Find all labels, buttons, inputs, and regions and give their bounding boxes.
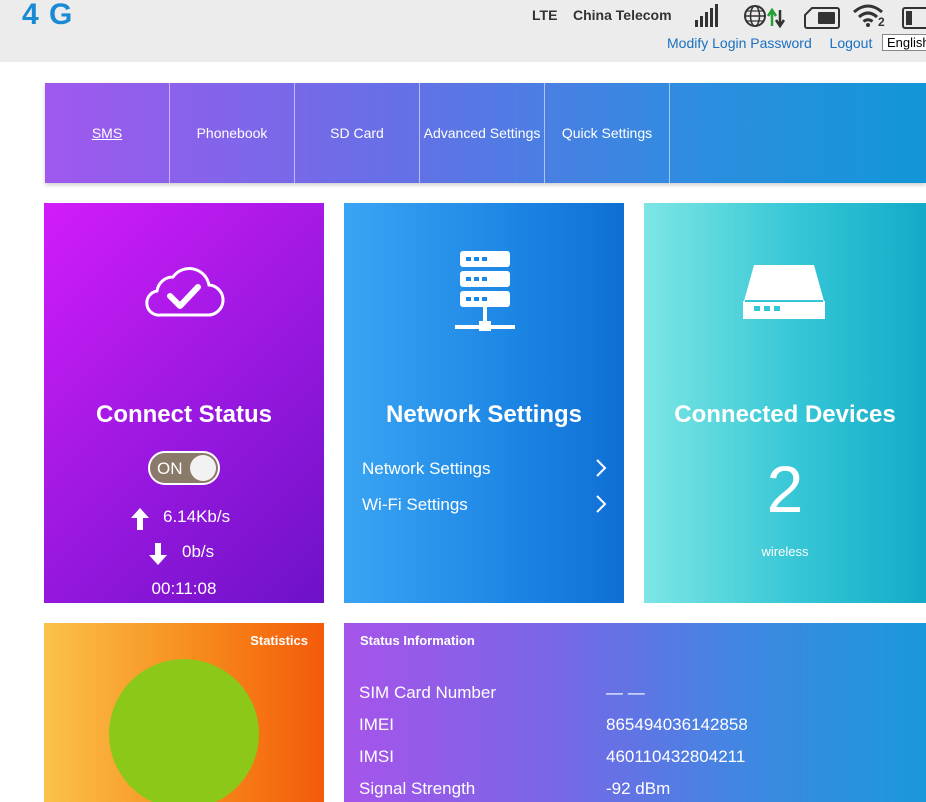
- info-label: IMSI: [359, 747, 394, 766]
- nav-label: Advanced Settings: [423, 125, 541, 141]
- info-label: SIM Card Number: [359, 683, 496, 702]
- info-row-sim: SIM Card Number — —: [359, 683, 919, 703]
- nav-advanced-settings[interactable]: Advanced Settings: [420, 83, 545, 183]
- device-count: 2: [766, 452, 804, 526]
- info-label: Signal Strength: [359, 779, 476, 798]
- chevron-right-icon: [596, 459, 607, 477]
- info-label: IMEI: [359, 715, 394, 734]
- nav-sms[interactable]: SMS: [45, 83, 170, 183]
- nav-label: Phonebook: [196, 125, 268, 141]
- connection-toggle[interactable]: ON: [148, 451, 220, 485]
- modify-password-link[interactable]: Modify Login Password: [667, 35, 812, 51]
- cloud-check-icon: [145, 267, 225, 317]
- wifi-settings-link[interactable]: Wi-Fi Settings: [362, 495, 612, 515]
- language-select[interactable]: English: [882, 34, 926, 51]
- download-arrow-icon: [149, 543, 167, 565]
- statistics-title: Statistics: [250, 633, 308, 648]
- server-icon: [455, 251, 515, 331]
- wifi-client-count: 2: [878, 15, 885, 29]
- link-label: Network Settings: [362, 459, 491, 478]
- statistics-panel: Statistics: [44, 623, 324, 802]
- sim-card-icon: [804, 7, 840, 29]
- nav-phonebook[interactable]: Phonebook: [170, 83, 295, 183]
- info-value: 865494036142858: [606, 715, 748, 734]
- nav-label: SD Card: [330, 125, 384, 141]
- router-icon: [743, 265, 825, 319]
- connect-status-title: Connect Status: [95, 401, 272, 428]
- upload-speed: 6.14Kb/s: [163, 507, 231, 526]
- nav-quick-settings[interactable]: Quick Settings: [545, 83, 670, 183]
- device-type-label: wireless: [761, 544, 809, 559]
- network-settings-card: Network Settings Network Settings Wi-Fi …: [344, 203, 624, 603]
- nav-label: Quick Settings: [561, 125, 653, 141]
- network-settings-title: Network Settings: [385, 401, 583, 428]
- info-value: 460110432804211: [606, 747, 746, 766]
- connected-devices-card: Connected Devices 2 wireless: [644, 203, 926, 603]
- internet-globe-icon: [744, 5, 786, 29]
- info-value: — —: [606, 683, 645, 702]
- connect-status-card: Connect Status ON 6.14Kb/s 0b/s 00:11:08: [44, 203, 324, 603]
- download-speed: 0b/s: [182, 542, 215, 561]
- logout-link[interactable]: Logout: [830, 35, 873, 51]
- chevron-right-icon: [596, 495, 607, 513]
- top-bar: 4 G LTE China Telecom 2 Modify Login Pas…: [0, 0, 926, 62]
- nav-label: SMS: [91, 125, 123, 141]
- battery-icon: [902, 7, 926, 29]
- info-row-imei: IMEI 865494036142858: [359, 715, 919, 735]
- header-links: Modify Login Password Logout: [667, 35, 872, 51]
- toggle-knob: [190, 455, 216, 481]
- nav-sd-card[interactable]: SD Card: [295, 83, 420, 183]
- logo: 4 G: [22, 0, 74, 31]
- upload-arrow-icon: [131, 508, 149, 530]
- info-value: -92 dBm: [606, 779, 671, 798]
- info-row-signal: Signal Strength -92 dBm: [359, 779, 919, 799]
- network-type-label: LTE: [532, 7, 558, 23]
- info-row-imsi: IMSI 460110432804211: [359, 747, 919, 767]
- connected-devices-title: Connected Devices: [674, 401, 896, 428]
- connection-duration: 00:11:08: [151, 579, 217, 598]
- toggle-label: ON: [157, 459, 183, 478]
- network-settings-link[interactable]: Network Settings: [362, 459, 612, 479]
- main-nav: SMS Phonebook SD Card Advanced Settings …: [45, 83, 926, 183]
- status-information-title: Status Information: [360, 633, 475, 648]
- carrier-name: China Telecom: [573, 7, 672, 23]
- status-information-panel: Status Information SIM Card Number — — I…: [344, 623, 926, 802]
- signal-strength-icon: [695, 4, 718, 27]
- link-label: Wi-Fi Settings: [362, 495, 468, 514]
- usage-pie-chart: [109, 659, 259, 802]
